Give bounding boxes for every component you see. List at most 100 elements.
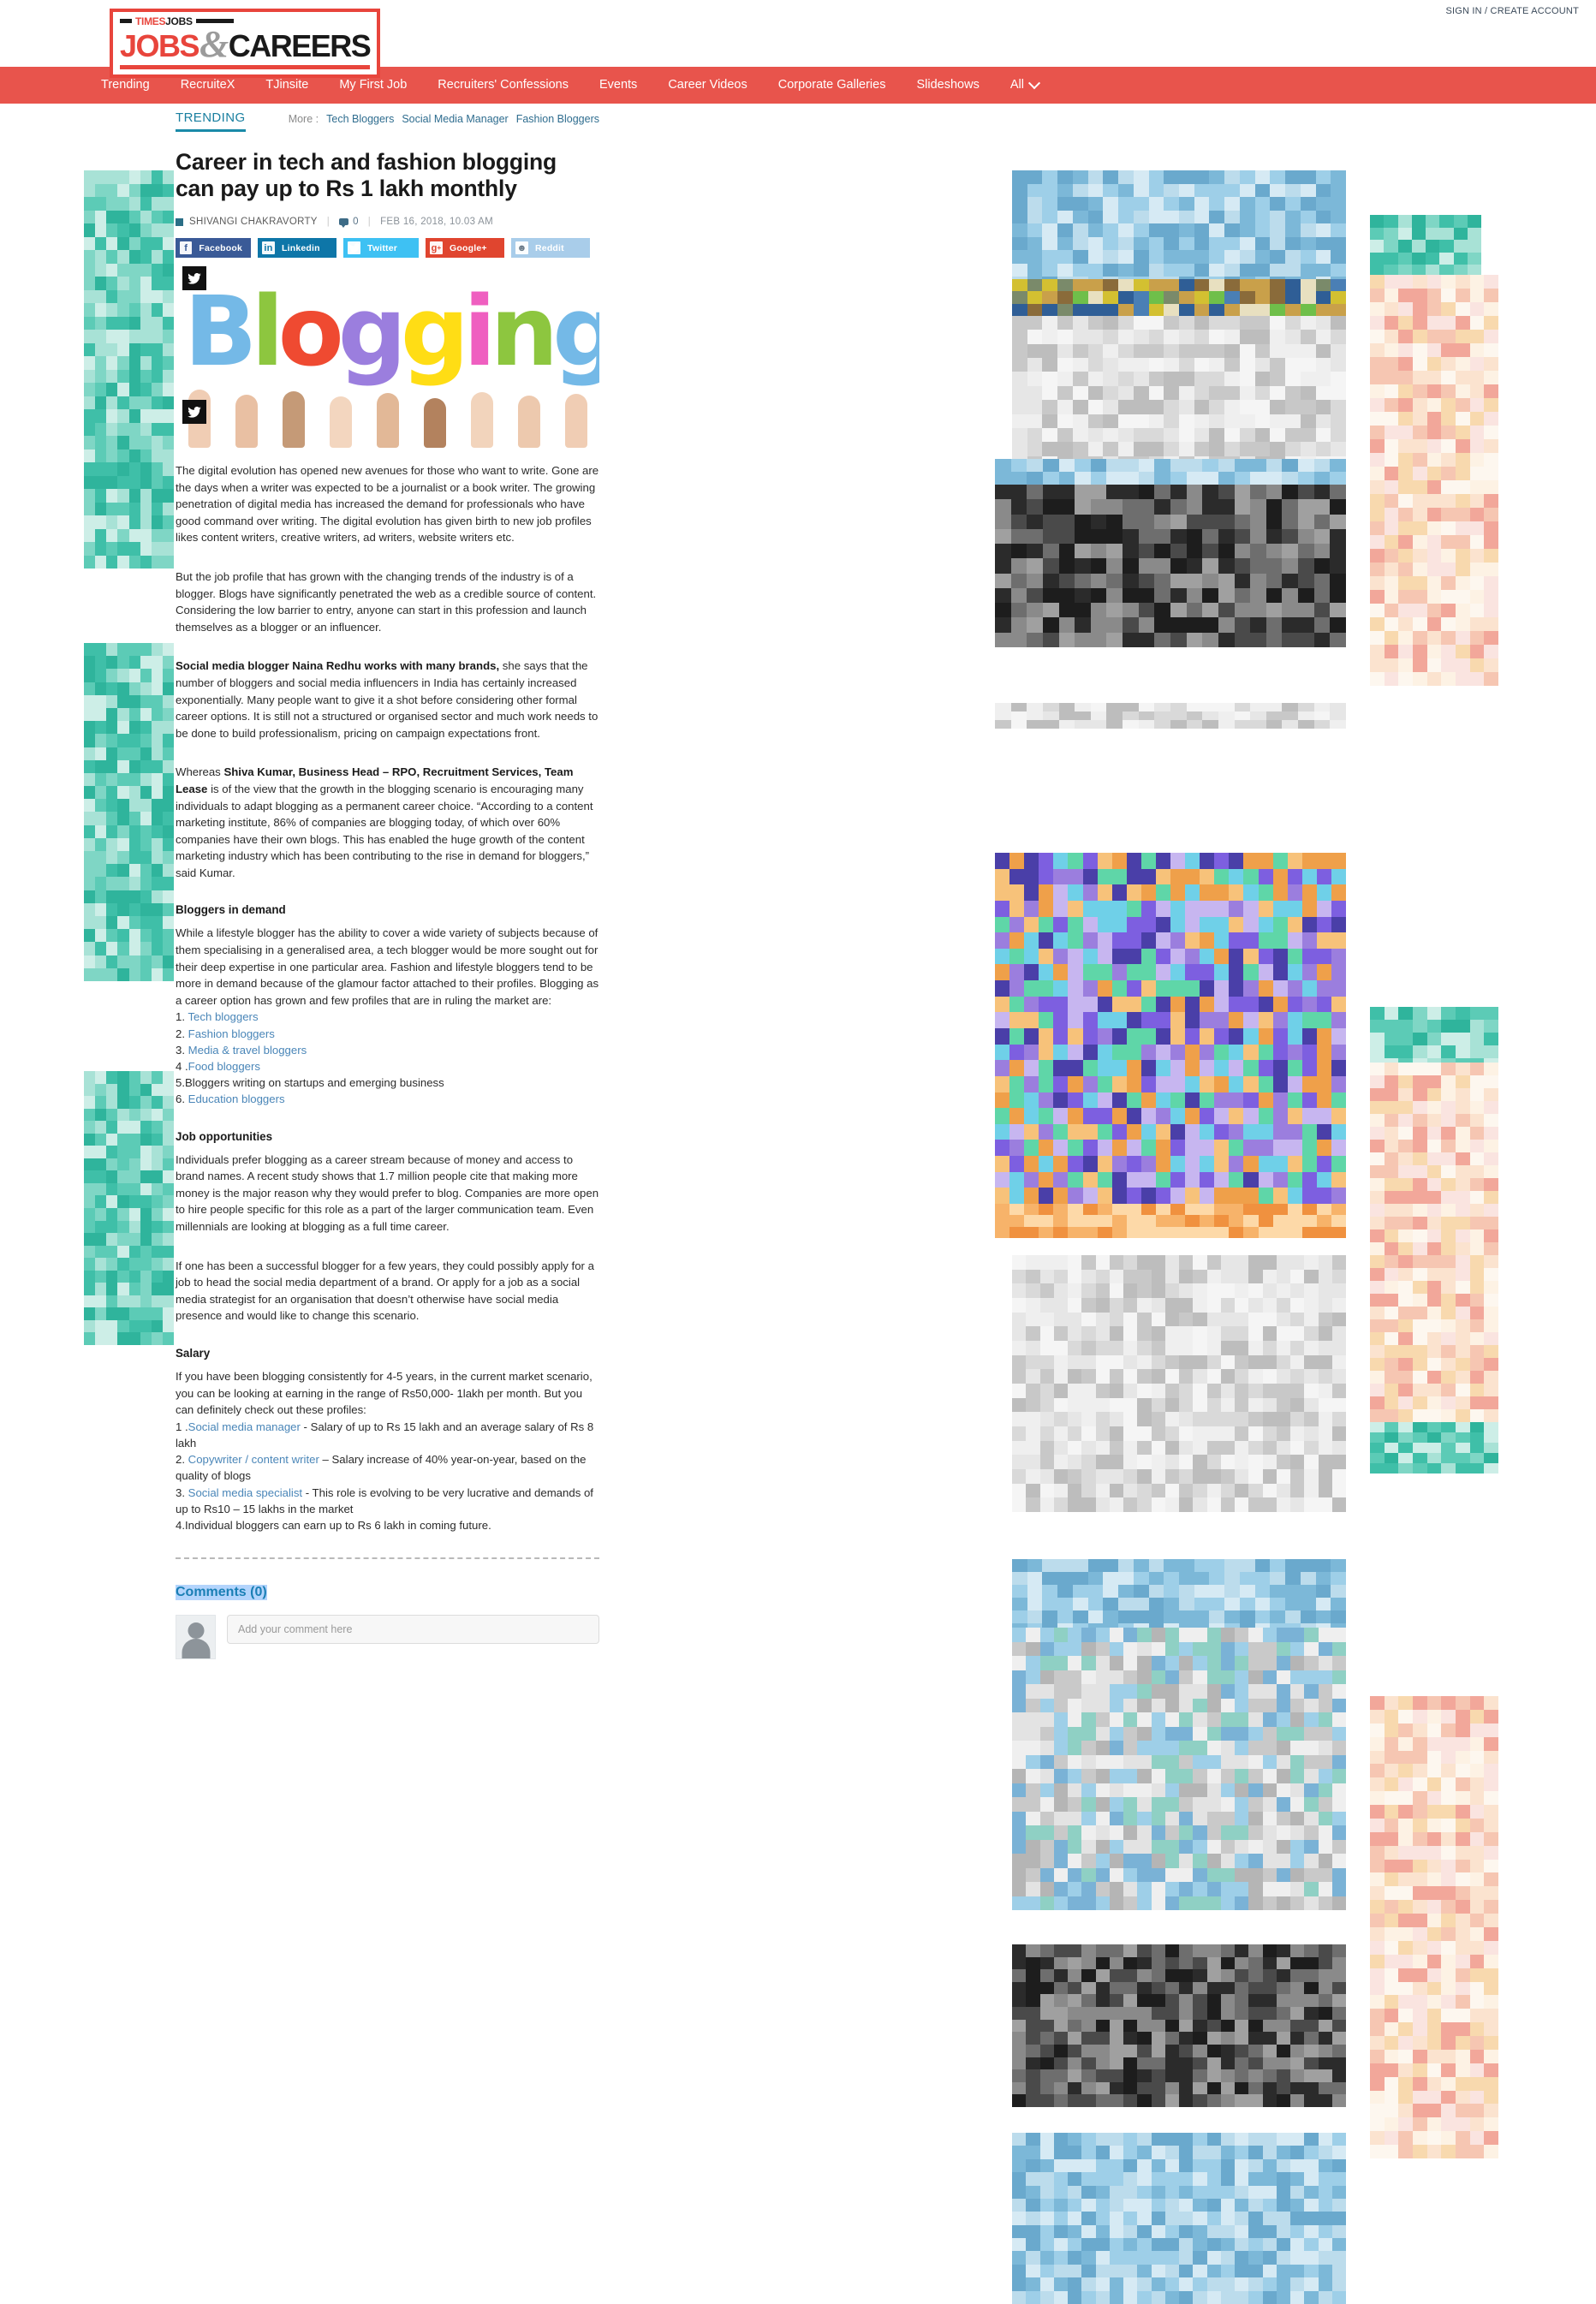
site-logo[interactable]: TIMESJOBS JOBS & CAREERS xyxy=(110,9,381,78)
share-button-linkedin[interactable]: in Linkedin xyxy=(258,238,336,258)
linkedin-icon: in xyxy=(262,241,275,254)
ad-placeholder-right-13 xyxy=(1012,2133,1346,2304)
list-item-link[interactable]: Social media manager xyxy=(188,1420,301,1433)
nav-item-slideshows[interactable]: Slideshows xyxy=(901,67,994,104)
comment-input[interactable] xyxy=(227,1615,599,1645)
logo-bar-left xyxy=(120,19,132,23)
publish-date: FEB 16, 2018, 10.03 AM xyxy=(380,217,493,227)
list-item: 3. Media & travel bloggers xyxy=(176,1042,599,1058)
ad-placeholder-far-right-2 xyxy=(1370,275,1498,686)
list-item-link[interactable]: Social media specialist xyxy=(188,1486,302,1499)
ad-placeholder-right-3 xyxy=(1012,316,1346,470)
ad-placeholder-far-right-4 xyxy=(1370,1063,1498,1422)
share-button-googleplus[interactable]: g + Google+ xyxy=(426,238,504,258)
share-button-twitter[interactable]: Twitter xyxy=(343,238,419,258)
article-body: The digital evolution has opened new ave… xyxy=(176,462,599,1660)
twitter-share-badge[interactable] xyxy=(182,266,206,290)
ad-placeholder-right-12 xyxy=(1012,1944,1346,2107)
ad-placeholder-right-5 xyxy=(995,485,1346,647)
ad-placeholder-right-9 xyxy=(1012,1255,1346,1512)
hero-hand xyxy=(564,394,587,448)
list-item-number: 2. xyxy=(176,1453,188,1467)
share-button-facebook[interactable]: f Facebook xyxy=(176,238,251,258)
article-hero-image: Blogging xyxy=(176,272,599,448)
list-item-text: Bloggers writing on startups and emergin… xyxy=(185,1076,444,1090)
list-item-number: 2. xyxy=(176,1027,188,1040)
ad-placeholder-left-1 xyxy=(84,170,174,569)
hero-letter: B xyxy=(184,277,257,388)
list-item-link[interactable]: Media & travel bloggers xyxy=(188,1044,307,1057)
article-topline: TRENDING More : Tech Bloggers Social Media… xyxy=(176,110,599,132)
ad-placeholder-far-right-6 xyxy=(1370,1696,1498,2158)
logo-careers-text: CAREERS xyxy=(228,28,372,63)
hero-letter: o xyxy=(277,277,344,388)
job-opportunities-paragraph-1: Individuals prefer blogging as a career … xyxy=(176,1152,599,1234)
more-link-tech-bloggers[interactable]: Tech Bloggers xyxy=(326,113,394,125)
twitter-share-badge[interactable] xyxy=(182,400,206,424)
share-label-reddit: Reddit xyxy=(535,242,564,253)
nav-item-events[interactable]: Events xyxy=(584,67,652,104)
ad-placeholder-right-7 xyxy=(995,853,1346,1204)
nav-item-career-videos[interactable]: Career Videos xyxy=(652,67,762,104)
nav-item-corporate-galleries[interactable]: Corporate Galleries xyxy=(763,67,902,104)
byline-divider-1: | xyxy=(326,217,331,227)
nav-item-all[interactable]: All xyxy=(995,67,1054,104)
site-header: TIMESJOBS JOBS & CAREERS SIGN IN / CREAT… xyxy=(0,0,1596,78)
list-item-link[interactable]: Education bloggers xyxy=(188,1092,285,1105)
list-item-number: 3. xyxy=(176,1043,188,1057)
chevron-down-icon xyxy=(1027,76,1041,89)
more-link-fashion-bloggers[interactable]: Fashion Bloggers xyxy=(516,113,599,125)
ad-placeholder-right-6 xyxy=(995,703,1346,729)
comments-heading: Comments (0) xyxy=(176,1585,267,1601)
sign-in-link[interactable]: SIGN IN / CREATE ACCOUNT xyxy=(1445,6,1579,16)
ad-placeholder-left-2 xyxy=(84,643,174,981)
paragraph-3-lead: Social media blogger Naina Redhu works w… xyxy=(176,659,500,673)
list-item-number: 1 . xyxy=(176,1420,188,1433)
list-item-number: 4. xyxy=(176,1519,185,1532)
hero-hands xyxy=(176,386,599,448)
page-title: Career in tech and fashion blogging can … xyxy=(176,149,557,201)
share-button-reddit[interactable]: ☻ Reddit xyxy=(511,238,590,258)
paragraph-4: Whereas Shiva Kumar, Business Head – RPO… xyxy=(176,764,599,881)
hero-word: Blogging xyxy=(184,277,599,388)
paragraph-2: But the job profile that has grown with … xyxy=(176,569,597,634)
ad-placeholder-left-3 xyxy=(84,1071,174,1345)
list-item: 6. Education bloggers xyxy=(176,1091,599,1107)
nav-item-all-label: All xyxy=(1009,78,1024,92)
salary-list: 1 .Social media manager - Salary of up t… xyxy=(176,1419,599,1533)
avatar-head-icon xyxy=(188,1622,204,1640)
list-item-text: Individual bloggers can earn up to Rs 6 … xyxy=(185,1519,491,1532)
section-label-trending[interactable]: TRENDING xyxy=(176,110,246,132)
list-item: 4.Individual bloggers can earn up to Rs … xyxy=(176,1517,599,1533)
comment-composer xyxy=(176,1615,599,1660)
list-item-link[interactable]: Fashion bloggers xyxy=(188,1027,275,1040)
list-item-link[interactable]: Copywriter / content writer xyxy=(188,1453,319,1466)
logo-underline xyxy=(120,65,371,69)
avatar xyxy=(176,1615,216,1660)
share-label-googleplus: Google+ xyxy=(450,242,487,253)
nav-item-recruiters-confessions[interactable]: Recruiters' Confessions xyxy=(422,67,584,104)
ad-placeholder-right-1 xyxy=(1012,170,1346,290)
hero-letter: g xyxy=(552,277,599,388)
share-label-facebook: Facebook xyxy=(199,242,242,253)
hero-hand xyxy=(470,392,493,448)
list-item-link[interactable]: Tech bloggers xyxy=(188,1010,258,1023)
hero-hand xyxy=(282,391,305,448)
logo-kicker-jobs: JOBS xyxy=(165,15,193,27)
logo-kicker: TIMESJOBS xyxy=(120,15,370,27)
facebook-icon: f xyxy=(180,241,193,254)
list-item-number: 1. xyxy=(176,1010,188,1024)
list-item-number: 6. xyxy=(176,1092,188,1106)
ad-placeholder-right-8 xyxy=(995,1204,1346,1238)
hero-letter: g xyxy=(337,277,407,388)
job-opportunities-paragraph-2: If one has been a successful blogger for… xyxy=(176,1259,594,1323)
list-item-number: 5. xyxy=(176,1076,185,1090)
more-link-social-media-manager[interactable]: Social Media Manager xyxy=(402,113,508,125)
hero-letter: i xyxy=(463,277,496,388)
list-item: 1 .Social media manager - Salary of up t… xyxy=(176,1419,599,1451)
list-item: 3. Social media specialist - This role i… xyxy=(176,1485,599,1517)
avatar-body-icon xyxy=(182,1639,210,1659)
list-item-link[interactable]: Food bloggers xyxy=(188,1060,260,1073)
list-item-number: 4 . xyxy=(176,1060,188,1074)
list-item-number: 3. xyxy=(176,1485,188,1499)
